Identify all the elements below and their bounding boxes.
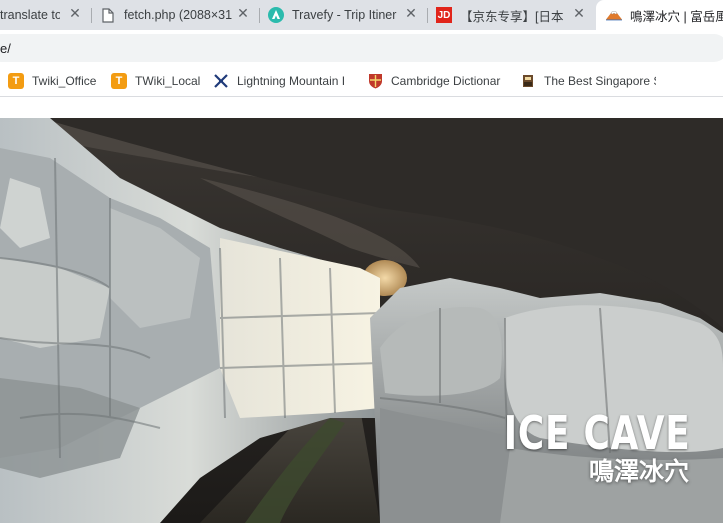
tab-title: 鳴澤冰穴 | 富岳風 [630, 9, 723, 24]
bookmark-label: Cambridge Dictionar [391, 74, 501, 88]
travefy-icon [268, 7, 284, 23]
tab-title: Travefy - Trip Itiner [292, 8, 397, 22]
tab-fetch[interactable]: fetch.php (2088×31 ✕ [100, 0, 258, 30]
twiki-icon: T [111, 73, 127, 89]
bookmark-label: Lightning Mountain I [237, 74, 346, 88]
bookmark-label: TWiki_Local [135, 74, 201, 88]
tab-separator [259, 8, 260, 23]
jd-icon: JD [436, 7, 452, 23]
bookmark-lightning-mountain[interactable]: Lightning Mountain I [213, 72, 353, 90]
toolbar: e/ [0, 30, 723, 66]
bookmarks-bar: T Twiki_Office T TWiki_Local Lightning M… [0, 66, 723, 97]
bookmark-label: The Best Singapore S [544, 74, 656, 88]
tab-ice-cave[interactable]: 鳴澤冰穴 | 富岳風 [596, 0, 723, 30]
bookmark-twiki-local[interactable]: T TWiki_Local [111, 72, 203, 90]
tab-separator [427, 8, 428, 23]
hero-subtitle: 鳴澤冰穴 [588, 457, 689, 486]
cambridge-shield-icon [367, 73, 383, 89]
hero-title: ICE CAVE [504, 406, 691, 460]
close-icon[interactable]: ✕ [404, 7, 418, 21]
bookmark-twiki-office[interactable]: T Twiki_Office [8, 72, 103, 90]
address-bar[interactable] [0, 34, 723, 62]
address-url[interactable]: e/ [0, 41, 11, 56]
close-icon[interactable]: ✕ [68, 7, 82, 21]
singapore-icon [520, 73, 536, 89]
bookmark-best-singapore[interactable]: The Best Singapore S [520, 72, 660, 90]
tab-travefy[interactable]: Travefy - Trip Itiner ✕ [268, 0, 426, 30]
page-content: ICE CAVE 鳴澤冰穴 [0, 97, 723, 523]
fuji-icon [606, 7, 622, 23]
tab-title: fetch.php (2088×31 [124, 8, 233, 22]
lightning-mountain-icon [213, 73, 229, 89]
tab-translate[interactable]: translate to ✕ [0, 0, 90, 30]
hero-image: ICE CAVE 鳴澤冰穴 [0, 118, 723, 523]
bookmark-label: Twiki_Office [32, 74, 97, 88]
tab-strip: translate to ✕ fetch.php (2088×31 ✕ Trav… [0, 0, 723, 30]
document-icon [100, 7, 116, 23]
tab-jd[interactable]: JD 【京东专享】[日本东 ✕ [436, 0, 594, 30]
tab-title: 【京东专享】[日本东 [460, 9, 564, 24]
close-icon[interactable]: ✕ [236, 7, 250, 21]
twiki-icon: T [8, 73, 24, 89]
tab-separator [91, 8, 92, 23]
tab-title: translate to [0, 8, 60, 22]
bookmark-cambridge-dictionary[interactable]: Cambridge Dictionar [367, 72, 507, 90]
close-icon[interactable]: ✕ [572, 7, 586, 21]
